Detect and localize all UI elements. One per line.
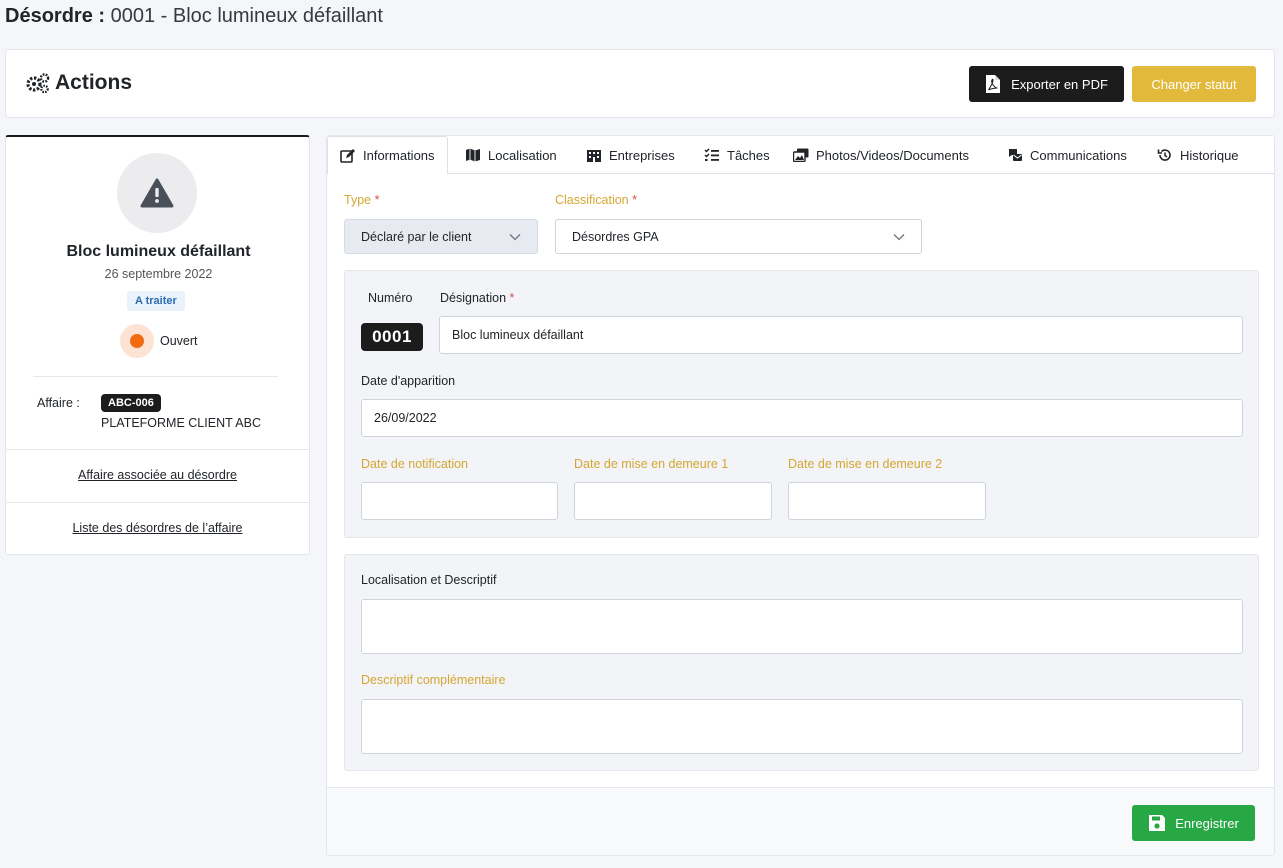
tab-label: Historique — [1180, 147, 1239, 163]
tab-bar: Informations Localisation Entreprises Tâ… — [327, 136, 1274, 175]
classification-select[interactable]: Désordres GPA — [555, 219, 922, 254]
affaire-issues-list-link[interactable]: Liste des désordres de l’affaire — [6, 521, 309, 535]
issue-date: 26 septembre 2022 — [104, 267, 213, 281]
affaire-label: Affaire : — [37, 396, 80, 410]
date-notification-input[interactable] — [361, 482, 558, 520]
type-select[interactable]: Déclaré par le client — [344, 219, 538, 254]
tab-communications[interactable]: Communications — [995, 136, 1139, 174]
date-demeure2-input[interactable] — [788, 482, 986, 520]
save-label: Enregistrer — [1175, 815, 1239, 831]
avatar — [117, 153, 197, 233]
classification-label: Classification * — [555, 193, 637, 207]
tab-label: Tâches — [727, 147, 770, 163]
building-icon — [587, 150, 601, 162]
chevron-down-icon — [509, 233, 521, 240]
numero-badge: 0001 — [361, 323, 423, 351]
actions-header: Actions — [25, 71, 132, 95]
save-icon — [1149, 815, 1166, 831]
numero-label: Numéro — [368, 291, 413, 305]
designation-label: Désignation * — [440, 291, 515, 305]
page-title-label: Désordre : — [5, 5, 106, 27]
form-footer: Enregistrer — [327, 788, 1274, 855]
communications-icon — [1009, 149, 1022, 161]
history-icon — [1157, 149, 1171, 161]
warning-icon — [140, 178, 174, 208]
tasks-icon — [704, 148, 719, 161]
date-apparition-label: Date d'apparition — [361, 374, 456, 388]
actions-title: Actions — [55, 71, 133, 94]
tab-label: Communications — [1030, 147, 1127, 163]
status-badge: A traiter — [127, 291, 185, 311]
chevron-down-icon — [893, 233, 905, 240]
tab-label: Entreprises — [609, 147, 675, 163]
map-icon — [466, 148, 480, 162]
gears-icon — [26, 73, 50, 94]
divider — [6, 502, 309, 503]
divider — [33, 376, 278, 377]
type-value: Déclaré par le client — [361, 229, 472, 244]
photos-icon — [793, 148, 809, 162]
tab-entreprises[interactable]: Entreprises — [574, 136, 687, 174]
tab-label: Localisation — [488, 147, 557, 163]
date-demeure1-input[interactable] — [574, 482, 772, 520]
save-button[interactable]: Enregistrer — [1132, 805, 1255, 841]
tab-localisation[interactable]: Localisation — [453, 136, 569, 174]
identification-panel: Numéro Désignation * 0001 Bloc lumineux … — [344, 270, 1259, 538]
description-panel: Localisation et Descriptif Descriptif co… — [344, 554, 1259, 771]
tab-label: Photos/Videos/Documents — [816, 147, 969, 163]
details-card: Informations Localisation Entreprises Tâ… — [326, 135, 1275, 856]
localisation-label: Localisation et Descriptif — [361, 573, 497, 587]
actions-card: Actions Exporter en PDF Changer statut — [5, 49, 1275, 118]
state-indicator: Ouvert — [120, 324, 198, 358]
pdf-file-icon — [986, 75, 1001, 93]
date-demeure1-label: Date de mise en demeure 1 — [574, 457, 729, 471]
page-title: Désordre : 0001 - Bloc lumineux défailla… — [5, 3, 383, 29]
tab-informations[interactable]: Informations — [327, 136, 448, 175]
descriptif-label: Descriptif complémentaire — [361, 673, 506, 687]
open-dot-icon — [120, 324, 154, 358]
designation-input[interactable]: Bloc lumineux défaillant — [439, 316, 1243, 354]
affaire-client: PLATEFORME CLIENT ABC — [101, 416, 261, 430]
state-label: Ouvert — [160, 334, 198, 348]
export-pdf-button[interactable]: Exporter en PDF — [969, 66, 1124, 102]
edit-icon — [340, 148, 355, 163]
affaire-link[interactable]: Affaire associée au désordre — [6, 468, 309, 482]
type-label: Type * — [344, 193, 380, 207]
change-status-button[interactable]: Changer statut — [1132, 66, 1256, 102]
export-pdf-label: Exporter en PDF — [1011, 76, 1108, 92]
descriptif-textarea[interactable] — [361, 699, 1243, 754]
divider — [6, 449, 309, 450]
classification-value: Désordres GPA — [572, 229, 659, 244]
affaire-code-badge: ABC-006 — [101, 394, 161, 412]
date-notification-label: Date de notification — [361, 457, 469, 471]
summary-card: Bloc lumineux défaillant 26 septembre 20… — [5, 135, 310, 555]
tab-label: Informations — [363, 148, 435, 163]
tab-taches[interactable]: Tâches — [692, 136, 782, 174]
tab-historique[interactable]: Historique — [1145, 136, 1251, 174]
date-apparition-input[interactable]: 26/09/2022 — [361, 399, 1243, 437]
tab-photos-videos-documents[interactable]: Photos/Videos/Documents — [781, 136, 981, 174]
localisation-textarea[interactable] — [361, 599, 1243, 654]
page-title-value: 0001 - Bloc lumineux défaillant — [110, 5, 383, 27]
issue-name: Bloc lumineux défaillant — [66, 243, 251, 260]
date-demeure2-label: Date de mise en demeure 2 — [788, 457, 943, 471]
